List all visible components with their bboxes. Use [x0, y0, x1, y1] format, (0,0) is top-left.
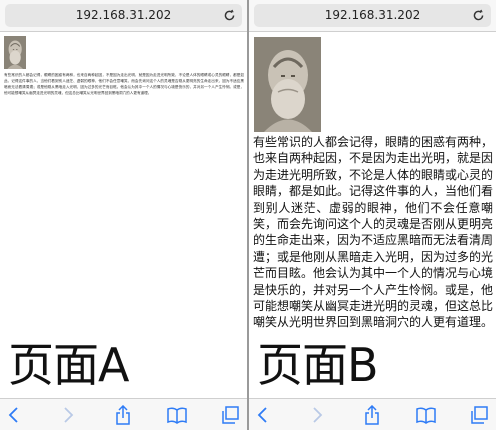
bottom-toolbar [249, 398, 496, 430]
forward-button[interactable] [307, 405, 327, 425]
tabs-button[interactable] [469, 405, 489, 425]
reload-icon[interactable] [223, 9, 236, 22]
url-field[interactable]: 192.168.31.202 [254, 4, 491, 27]
tabs-button[interactable] [220, 405, 240, 425]
share-icon [116, 405, 130, 425]
share-icon [365, 405, 379, 425]
back-button[interactable] [253, 405, 273, 425]
share-button[interactable] [113, 405, 133, 425]
url-text: 192.168.31.202 [324, 8, 421, 22]
tabs-icon [222, 406, 239, 424]
back-button[interactable] [4, 405, 24, 425]
bookmarks-icon [167, 407, 187, 424]
page-label: 页面B [257, 338, 379, 392]
portrait-image [254, 37, 321, 132]
body-paragraph: 有些常识的人都会记得，眼睛的困惑有两种，也来自两种起因，不是因为走出光明，就是因… [4, 73, 244, 95]
forward-icon [64, 407, 74, 423]
bookmarks-button[interactable] [416, 405, 436, 425]
page-label: 页面A [8, 338, 129, 392]
address-bar-area: 192.168.31.202 [0, 0, 247, 32]
body-paragraph: 有些常识的人都会记得，眼睛的困惑有两种，也来自两种起因，不是因为走出光明，就是因… [253, 135, 494, 330]
tabs-icon [471, 406, 488, 424]
bottom-toolbar [0, 398, 247, 430]
bookmarks-icon [416, 407, 436, 424]
browser-panel-a: 192.168.31.202 有些常识的人都会记得，眼睛的困惑有两种，也来自两种… [0, 0, 247, 430]
share-button[interactable] [362, 405, 382, 425]
url-field[interactable]: 192.168.31.202 [5, 4, 242, 27]
url-text: 192.168.31.202 [75, 8, 172, 22]
browser-panel-b: 192.168.31.202 有些常识的人都会记得，眼睛的困惑有两种，也来自两种… [249, 0, 496, 430]
back-icon [257, 407, 267, 423]
back-icon [8, 407, 18, 423]
forward-button[interactable] [58, 405, 78, 425]
portrait-image [4, 36, 26, 69]
reload-icon[interactable] [472, 9, 485, 22]
address-bar-area: 192.168.31.202 [249, 0, 496, 32]
bookmarks-button[interactable] [167, 405, 187, 425]
forward-icon [313, 407, 323, 423]
